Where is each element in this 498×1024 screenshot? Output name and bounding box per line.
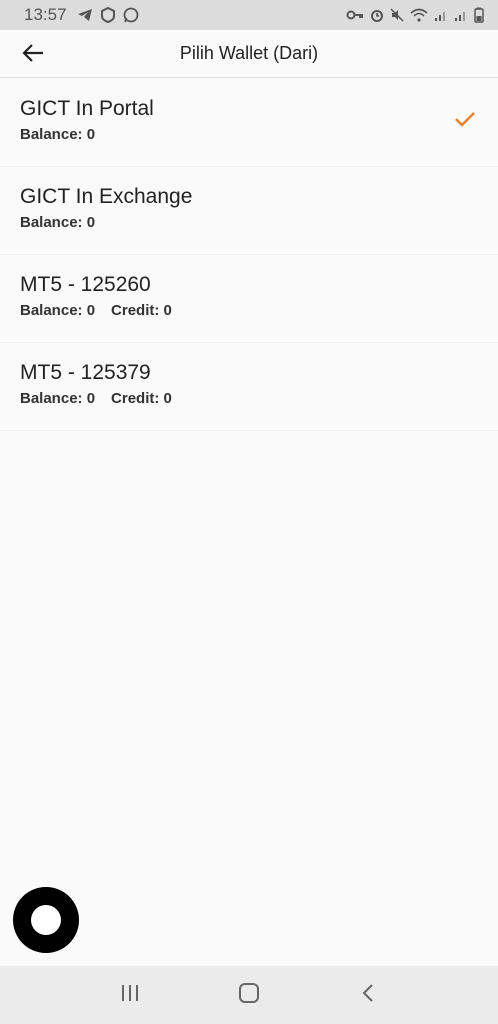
back-icon xyxy=(361,983,375,1008)
status-left-icons xyxy=(77,7,139,23)
status-right-icons xyxy=(346,7,484,23)
wallet-meta: Balance: 0 xyxy=(20,126,478,143)
wallet-list: GICT In Portal Balance: 0 GICT In Exchan… xyxy=(0,79,498,431)
status-time: 13:57 xyxy=(24,5,67,24)
check-icon xyxy=(454,111,476,132)
wallet-item-gict-in-portal[interactable]: GICT In Portal Balance: 0 xyxy=(0,79,498,167)
system-back-button[interactable] xyxy=(348,975,388,1015)
mute-icon xyxy=(390,8,404,22)
telegram-icon xyxy=(77,8,93,22)
wallet-balance: Balance: 0 xyxy=(20,390,96,407)
wallet-balance: Balance: 0 xyxy=(20,214,96,231)
navigation-bar xyxy=(0,966,498,1024)
recent-apps-button[interactable] xyxy=(110,975,150,1015)
wifi-icon xyxy=(410,8,428,22)
arrow-left-icon xyxy=(21,43,45,68)
ring-icon xyxy=(31,905,61,935)
signal-icon xyxy=(454,8,468,22)
wallet-name: MT5 - 125260 xyxy=(20,273,151,296)
signal-icon xyxy=(434,8,448,22)
floating-action-button[interactable] xyxy=(13,887,79,953)
vpn-icon xyxy=(100,7,115,23)
wallet-item-mt5-125260[interactable]: MT5 - 125260 Balance: 0 Credit: 0 xyxy=(0,255,498,343)
app-bar: Pilih Wallet (Dari) xyxy=(0,30,498,78)
wallet-meta: Balance: 0 Credit: 0 xyxy=(20,302,478,319)
wallet-item-mt5-125379[interactable]: MT5 - 125379 Balance: 0 Credit: 0 xyxy=(0,343,498,431)
battery-icon xyxy=(474,7,484,23)
wallet-balance: Balance: 0 xyxy=(20,302,96,319)
recent-apps-icon xyxy=(120,984,140,1007)
page-title: Pilih Wallet (Dari) xyxy=(179,43,319,63)
wallet-name: GICT In Exchange xyxy=(20,185,193,208)
key-icon xyxy=(346,9,364,21)
wallet-item-gict-in-exchange[interactable]: GICT In Exchange Balance: 0 xyxy=(0,167,498,255)
wallet-credit: Credit: 0 xyxy=(111,390,172,407)
wallet-meta: Balance: 0 Credit: 0 xyxy=(20,390,478,407)
wallet-name: GICT In Portal xyxy=(20,97,154,120)
whatsapp-icon xyxy=(123,7,139,23)
home-icon xyxy=(238,982,260,1008)
wallet-meta: Balance: 0 xyxy=(20,214,478,231)
wallet-name: MT5 - 125379 xyxy=(20,361,151,384)
home-button[interactable] xyxy=(229,975,269,1015)
status-bar: 13:57 xyxy=(0,0,498,30)
wallet-balance: Balance: 0 xyxy=(20,126,96,143)
wallet-credit: Credit: 0 xyxy=(111,302,172,319)
back-button[interactable] xyxy=(18,40,48,70)
alarm-icon xyxy=(370,8,384,22)
